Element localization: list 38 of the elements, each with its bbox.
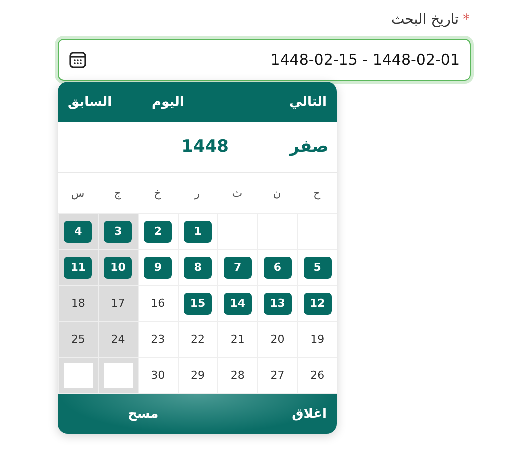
day-cell[interactable]: 29 — [184, 364, 212, 386]
day-cell[interactable]: 4 — [64, 220, 92, 242]
month-label: صفر — [288, 137, 329, 157]
nav-button[interactable]: اليوم — [152, 94, 184, 110]
nav-button[interactable]: السابق — [68, 94, 112, 110]
day-cell[interactable]: 22 — [184, 328, 212, 350]
day-cell[interactable]: 2 — [144, 220, 172, 242]
calendar-icon[interactable] — [69, 51, 87, 69]
day-cell[interactable]: 10 — [104, 256, 132, 278]
day-cell[interactable]: 21 — [224, 328, 252, 350]
day-cell[interactable]: 16 — [144, 292, 172, 314]
day-cell[interactable]: 15 — [184, 292, 212, 314]
day-cell[interactable]: 7 — [224, 256, 252, 278]
day-cell[interactable]: 11 — [64, 256, 92, 278]
required-mark: * — [463, 12, 470, 28]
day-cell[interactable]: 13 — [264, 292, 292, 314]
day-cell[interactable]: 23 — [144, 328, 172, 350]
field-label: * تاريخ البحث — [392, 12, 470, 30]
day-cell[interactable]: 14 — [224, 292, 252, 314]
empty-slot — [104, 363, 133, 388]
day-cell[interactable]: 8 — [184, 256, 212, 278]
day-cell[interactable]: 12 — [304, 292, 332, 314]
day-cell[interactable]: 20 — [264, 328, 292, 350]
day-cell[interactable]: 1 — [184, 220, 212, 242]
day-cell[interactable]: 28 — [224, 364, 252, 386]
day-cell[interactable]: 9 — [144, 256, 172, 278]
footer-button[interactable]: مسح — [128, 406, 159, 422]
day-cell[interactable]: 30 — [144, 364, 172, 386]
day-cell[interactable]: 26 — [304, 364, 332, 386]
date-range-field[interactable]: 1448-02-15 - 1448-02-01 — [58, 39, 471, 81]
nav-button[interactable]: التالي — [289, 94, 327, 110]
day-cell[interactable]: 27 — [264, 364, 292, 386]
footer-button[interactable]: اغلاق — [292, 406, 327, 422]
day-cell[interactable]: 5 — [304, 256, 332, 278]
day-cell[interactable]: 3 — [104, 220, 132, 242]
day-cell[interactable]: 19 — [304, 328, 332, 350]
day-cell[interactable]: 6 — [264, 256, 292, 278]
empty-slot — [64, 363, 93, 388]
